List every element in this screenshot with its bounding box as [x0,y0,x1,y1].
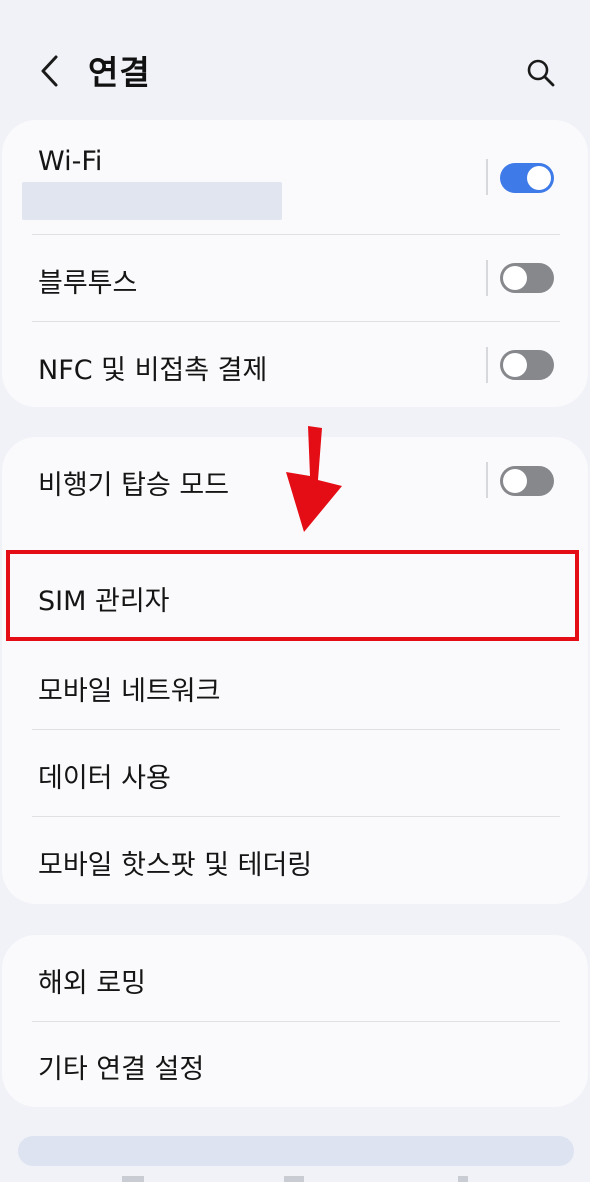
settings-row-bluetooth[interactable]: 블루투스 [2,235,588,321]
chevron-left-icon [41,55,58,87]
divider-vertical [486,260,488,296]
toggle-knob [503,266,527,290]
settings-row-data-usage[interactable]: 데이터 사용 [2,730,588,816]
search-icon [527,59,555,87]
row-label: 데이터 사용 [38,763,171,794]
wifi-network-name-blurred [22,182,282,220]
settings-row-hotspot-tethering[interactable]: 모바일 핫스팟 및 테더링 [2,817,588,904]
wifi-toggle[interactable] [500,163,554,193]
app-bar: 연결 [0,0,590,120]
card-wireless: Wi-Fi 블루투스 NFC 및 비접촉 결제 [2,120,588,407]
row-label: Wi-Fi [38,146,103,177]
row-label: 블루투스 [38,268,138,299]
row-label: 기타 연결 설정 [38,1054,205,1085]
settings-row-nfc[interactable]: NFC 및 비접촉 결제 [2,322,588,407]
highlight-box [6,550,579,641]
row-label: 모바일 핫스팟 및 테더링 [38,850,313,881]
bottom-panel [18,1136,574,1166]
settings-row-wifi[interactable]: Wi-Fi [2,120,588,234]
row-label: 비행기 탑승 모드 [38,470,230,501]
nfc-toggle[interactable] [500,350,554,380]
toggle-knob [527,166,551,190]
settings-row-roaming[interactable]: 해외 로밍 [2,935,588,1021]
divider-vertical [486,159,488,195]
bluetooth-toggle[interactable] [500,263,554,293]
toggle-knob [503,469,527,493]
airplane-mode-toggle[interactable] [500,466,554,496]
row-label: 해외 로밍 [38,968,146,999]
search-button[interactable] [520,52,562,94]
card-more: 해외 로밍 기타 연결 설정 [2,935,588,1107]
back-button[interactable] [30,50,70,92]
row-label: NFC 및 비접촉 결제 [38,355,268,386]
settings-row-more-connection-settings[interactable]: 기타 연결 설정 [2,1022,588,1107]
nav-bar-icons [122,1176,468,1182]
page-title: 연결 [88,53,151,92]
toggle-knob [503,353,527,377]
divider-vertical [486,462,488,498]
down-arrow-icon [286,426,342,532]
row-label: 모바일 네트워크 [38,676,221,707]
settings-row-mobile-network[interactable]: 모바일 네트워크 [2,641,588,729]
divider-vertical [486,347,488,383]
